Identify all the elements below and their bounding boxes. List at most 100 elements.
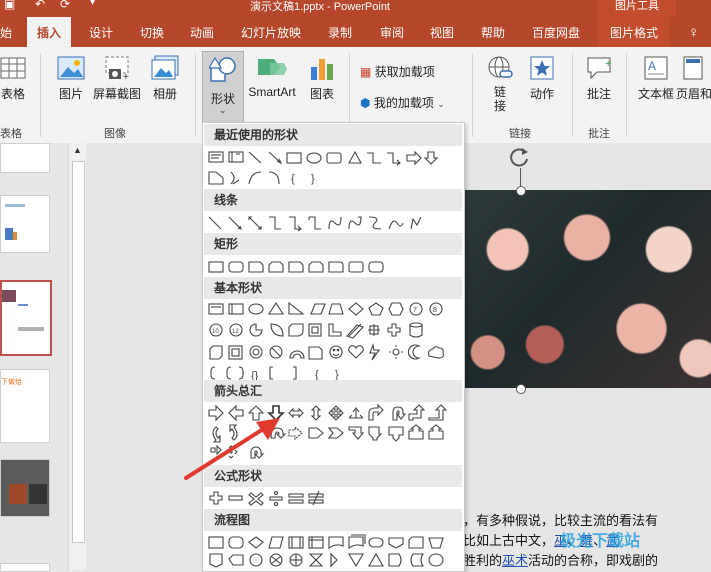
get-addins-button[interactable]: ▦ 获取加载项: [360, 63, 450, 80]
section-basic-shapes: 基本形状: [204, 277, 462, 299]
hyperlink-witchcraft[interactable]: 巫术: [502, 553, 528, 568]
basic-shapes-rows[interactable]: 7 8 10 12 {} {}: [207, 301, 457, 382]
action-label: 动作: [529, 87, 554, 101]
image-group-label: 图像: [104, 128, 126, 140]
tab-insert[interactable]: 插入: [27, 17, 72, 47]
resize-handle[interactable]: [516, 186, 526, 196]
chart-label: 图表: [309, 87, 334, 101]
smartart-label: SmartArt: [248, 85, 296, 99]
link-icon: [488, 56, 513, 78]
table-icon: [0, 57, 26, 79]
scroll-up-icon[interactable]: ▲: [73, 145, 82, 155]
tab-home[interactable]: 始: [0, 17, 12, 47]
my-addins-button[interactable]: ⬢ 我的加载项 ⌄: [360, 94, 460, 111]
chart-button[interactable]: 图表: [306, 55, 338, 102]
textbox-button[interactable]: A 文本框: [636, 55, 676, 102]
link-button[interactable]: 链接: [483, 55, 517, 113]
slide-thumbnail-pane: 下做给: [0, 143, 68, 572]
tab-picture-format[interactable]: 图片格式: [598, 17, 671, 47]
text-line-3-end: 活动的合称，即戏剧的: [528, 553, 659, 568]
group-divider: [472, 53, 473, 137]
section-flowchart: 流程图: [204, 509, 462, 531]
text-line-1: ，有多种假说，比较主流的看法有: [463, 513, 659, 528]
watermark: 极光下载站: [560, 533, 641, 550]
section-lines: 线条: [204, 189, 462, 211]
svg-text:A: A: [648, 59, 656, 73]
action-button[interactable]: 动作: [525, 55, 559, 102]
rotate-handle-icon[interactable]: [508, 146, 530, 168]
equation-shapes-row[interactable]: [207, 489, 457, 509]
textbox-label: 文本框: [637, 87, 674, 101]
store-icon: ▦: [360, 65, 372, 79]
slide-thumbnail[interactable]: [0, 143, 50, 173]
group-divider: [195, 53, 196, 137]
tab-animations[interactable]: 动画: [190, 17, 214, 47]
lines-row[interactable]: [207, 214, 457, 234]
smartart-button[interactable]: SmartArt: [246, 55, 298, 99]
tab-transitions[interactable]: 切换: [140, 17, 164, 47]
redo-icon[interactable]: ⟳: [60, 0, 70, 11]
comment-button[interactable]: + 批注: [584, 55, 614, 102]
group-divider: [626, 53, 627, 137]
svg-text:{: {: [291, 173, 295, 185]
shapes-button[interactable]: 形状 ⌄: [202, 51, 244, 123]
link-label: 链接: [493, 85, 506, 113]
slide-thumbnail[interactable]: [0, 459, 50, 517]
recent-shapes-row[interactable]: { }: [207, 148, 457, 185]
scrollbar-thumb[interactable]: [72, 161, 85, 543]
tab-review[interactable]: 审阅: [380, 17, 404, 47]
table-group-label: 表格: [0, 128, 22, 140]
photo-album-label: 相册: [152, 87, 177, 101]
comment-label: 批注: [586, 87, 611, 101]
screenshot-icon: +: [105, 56, 129, 81]
action-icon: [530, 56, 554, 80]
rectangles-row[interactable]: [207, 258, 457, 278]
slide-pane-scrollbar[interactable]: ▲: [68, 143, 87, 570]
chevron-down-icon: ⌄: [437, 99, 445, 109]
tab-view[interactable]: 视图: [430, 17, 454, 47]
tab-baidu-netdisk[interactable]: 百度网盘: [532, 17, 580, 47]
tab-help[interactable]: 帮助: [481, 17, 505, 47]
tab-record[interactable]: 录制: [328, 17, 352, 47]
chart-icon: [311, 59, 333, 80]
chevron-down-icon: ⌄: [219, 105, 227, 115]
picture-label: 图片: [58, 87, 83, 101]
svg-text:10: 10: [212, 329, 219, 335]
picture-icon: [57, 56, 85, 80]
svg-text:+: +: [123, 72, 129, 81]
shapes-gallery-dropdown: 最近使用的形状 { } 线条 矩形 基本形状 7 8 10 12 {} {} …: [202, 122, 465, 572]
table-button[interactable]: 表格: [0, 55, 26, 102]
tab-design[interactable]: 设计: [89, 17, 113, 47]
slide-thumbnail-selected[interactable]: [0, 280, 52, 356]
slide-thumbnail[interactable]: 下做给: [0, 369, 50, 443]
tab-slideshow[interactable]: 幻灯片放映: [241, 17, 301, 47]
section-rectangles: 矩形: [204, 233, 462, 255]
annotation-arrow-icon: [184, 418, 280, 480]
flowchart-row[interactable]: [207, 534, 457, 568]
document-title: 演示文稿1.pptx - PowerPoint: [250, 1, 390, 13]
autosave-icon[interactable]: ▣: [4, 0, 15, 11]
comment-icon: +: [587, 57, 611, 80]
ribbon-tabs: 始 插入 设计 切换 动画 幻灯片放映 录制 审阅 视图 帮助 百度网盘 图片格…: [0, 17, 711, 47]
svg-text:12: 12: [232, 329, 239, 335]
slide-thumbnail[interactable]: [0, 195, 50, 253]
photo-album-button[interactable]: 相册: [148, 55, 182, 102]
text-line-3-start: 胜利的: [463, 553, 503, 568]
svg-text:}: }: [311, 173, 315, 185]
link-group-label: 链接: [509, 128, 531, 140]
svg-text:+: +: [605, 58, 611, 70]
undo-icon[interactable]: ↶: [35, 0, 45, 11]
customize-qat-icon[interactable]: ▾: [90, 0, 95, 8]
my-addins-label: 我的加载项: [373, 96, 434, 110]
screenshot-button[interactable]: + 屏幕截图: [92, 55, 142, 102]
header-footer-button[interactable]: 页眉和: [676, 55, 711, 102]
photo-album-icon: [151, 55, 179, 80]
textbox-icon: A: [644, 56, 668, 80]
picture-button[interactable]: 图片: [54, 55, 88, 102]
title-bar: ▣ ↶ ⟳ ▾ 演示文稿1.pptx - PowerPoint 图片工具: [0, 0, 711, 17]
selected-picture[interactable]: [463, 190, 711, 388]
resize-handle[interactable]: [516, 384, 526, 394]
slide-thumbnail[interactable]: [0, 563, 50, 572]
lightbulb-icon[interactable]: ♀: [688, 17, 699, 47]
picture-tools-label: 图片工具: [598, 0, 676, 17]
